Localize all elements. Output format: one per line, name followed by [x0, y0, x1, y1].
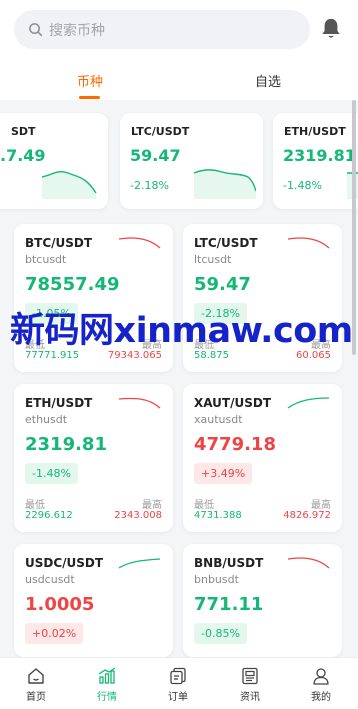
tabbar-item-market[interactable]: 行情 — [71, 658, 143, 709]
tabbar-label: 首页 — [26, 692, 46, 703]
tabbar-label: 我的 — [311, 692, 331, 703]
card-symbol: usdcusdt — [25, 573, 75, 586]
market-screen: 搜索币种 币种 自选 SDT .7.49 LTC/USDT 59.47 -2.1… — [0, 0, 358, 709]
card-symbol: xautusdt — [194, 413, 243, 426]
trend-down-sparkline — [118, 237, 161, 249]
home-icon — [28, 668, 44, 684]
trend-down-sparkline — [287, 557, 330, 569]
tabbar-label: 订单 — [168, 692, 188, 703]
market-card[interactable]: USDC/USDT usdcusdt 1.0005 +0.02% — [14, 544, 173, 657]
header: 搜索币种 币种 自选 — [0, 0, 358, 100]
tabbar-item-orders[interactable]: 订单 — [142, 658, 214, 709]
card-symbol: btcusdt — [25, 253, 67, 266]
card-high-value: 2343.008 — [114, 510, 162, 521]
tab-active-indicator — [79, 96, 100, 99]
watermark-text: 新码网xinmaw.com — [10, 311, 353, 351]
card-high-label: 最高 — [142, 500, 162, 511]
tabbar-label: 行情 — [97, 692, 117, 703]
mini-card[interactable]: SDT .7.49 — [0, 113, 108, 209]
market-card[interactable]: ETH/USDT ethusdt 2319.81 -1.48% 最低 最高 22… — [14, 384, 173, 532]
search-placeholder: 搜索币种 — [49, 22, 105, 39]
card-symbol: bnbusdt — [194, 573, 239, 586]
tabbar-label: 资讯 — [240, 692, 260, 703]
mini-card-price: .7.49 — [0, 146, 46, 165]
tab-coins[interactable]: 币种 — [77, 71, 103, 90]
market-card[interactable]: BNB/USDT bnbusdt 771.11 -0.85% — [183, 544, 342, 657]
card-price: 771.11 — [194, 594, 264, 615]
card-pair: LTC/USDT — [194, 236, 258, 250]
mini-card[interactable]: ETH/USDT 2319.81 -1.48% — [273, 113, 358, 209]
card-pair: BNB/USDT — [194, 556, 264, 570]
card-price: 1.0005 — [25, 594, 95, 615]
card-low-value: 2296.612 — [25, 510, 73, 521]
order-icon — [170, 667, 186, 685]
mini-card-sparkline — [194, 169, 256, 199]
market-card[interactable]: XAUT/USDT xautusdt 4779.18 +3.49% 最低 最高 … — [183, 384, 342, 532]
card-low-value: 4731.388 — [194, 510, 242, 521]
search-icon — [29, 23, 43, 37]
card-pair: USDC/USDT — [25, 556, 104, 570]
market-chart-icon — [98, 667, 116, 684]
card-change-badge: +0.02% — [25, 623, 84, 644]
trend-up-sparkline — [118, 558, 161, 569]
mini-card-pair: LTC/USDT — [131, 125, 190, 138]
mini-card-price: 2319.81 — [283, 146, 356, 165]
tab-watchlist[interactable]: 自选 — [255, 71, 281, 90]
mini-card-pair: SDT — [11, 125, 36, 138]
card-price: 78557.49 — [25, 274, 120, 295]
mini-card-change: -1.48% — [283, 179, 322, 192]
card-change-badge: -1.48% — [25, 463, 78, 484]
mini-card-sparkline — [42, 170, 97, 199]
tabbar-item-profile[interactable]: 我的 — [285, 658, 357, 709]
trend-down-sparkline — [118, 397, 161, 409]
card-change-badge: +3.49% — [194, 463, 253, 484]
card-pair: XAUT/USDT — [194, 396, 272, 410]
mini-card-price: 59.47 — [130, 146, 181, 165]
tabbar-item-home[interactable]: 首页 — [0, 658, 72, 709]
bottom-tab-bar: 首页 行情 订单 资讯 我的 — [0, 657, 358, 709]
search-input[interactable]: 搜索币种 — [14, 10, 310, 49]
card-low-label: 最低 — [25, 500, 45, 511]
mini-card[interactable]: LTC/USDT 59.47 -2.18% — [120, 113, 263, 209]
profile-icon — [313, 668, 329, 685]
card-low-label: 最低 — [194, 500, 214, 511]
card-high-label: 最高 — [311, 500, 331, 511]
trend-up-sparkline — [287, 397, 330, 409]
tab-bar-top: 币种 自选 — [0, 60, 358, 100]
card-symbol: ltcusdt — [194, 253, 232, 266]
card-price: 2319.81 — [25, 434, 107, 455]
card-high-value: 4826.972 — [283, 510, 331, 521]
card-price: 4779.18 — [194, 434, 276, 455]
card-pair: ETH/USDT — [25, 396, 93, 410]
mini-card-pair: ETH/USDT — [284, 125, 346, 138]
card-price: 59.47 — [194, 274, 251, 295]
news-icon — [242, 667, 258, 685]
card-change-badge: -0.85% — [194, 623, 247, 644]
card-symbol: ethusdt — [25, 413, 68, 426]
bell-icon[interactable] — [320, 17, 342, 41]
tabbar-item-news[interactable]: 资讯 — [214, 658, 286, 709]
mini-card-change: -2.18% — [130, 179, 169, 192]
trend-down-sparkline — [287, 237, 330, 249]
card-pair: BTC/USDT — [25, 236, 93, 250]
